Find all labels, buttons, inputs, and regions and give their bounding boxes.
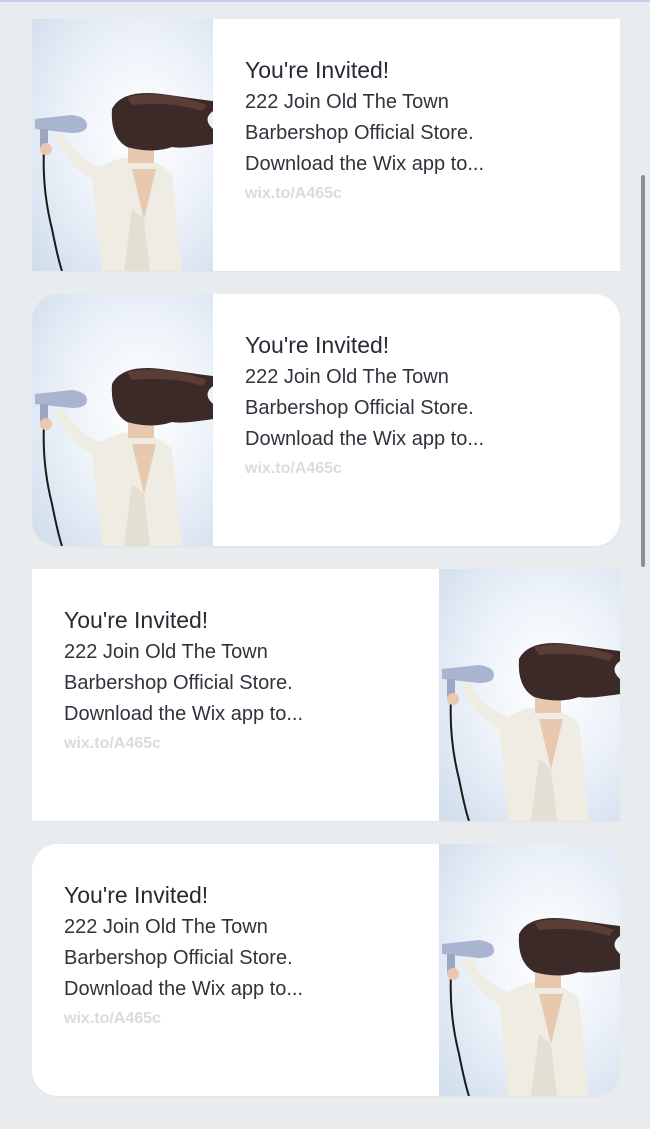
invite-photo [439,844,620,1096]
invite-description-line: Barbershop Official Store. [245,122,474,144]
invite-text: You're Invited! 222 Join Old The Town Ba… [245,55,585,206]
hair-dryer-woman-photo [442,643,620,821]
invite-card[interactable]: You're Invited! 222 Join Old The Town Ba… [32,19,620,271]
invite-link[interactable]: wix.to/A465c [64,732,404,756]
hair-dryer-woman-photo [442,918,620,1096]
invite-description-line: 222 Join Old The Town [245,366,449,388]
invite-description-line: Download the Wix app to... [245,428,485,450]
invite-description-line: Download the Wix app to... [245,153,485,175]
invite-link[interactable]: wix.to/A465c [245,457,585,481]
invite-text: You're Invited! 222 Join Old The Town Ba… [64,605,404,756]
invite-title: You're Invited! [245,57,390,83]
invite-description-line: Download the Wix app to... [64,978,304,1000]
hair-dryer-woman-photo [35,368,213,546]
hair-dryer-woman-photo [35,93,213,271]
invite-description-line: Download the Wix app to... [64,703,304,725]
invite-link[interactable]: wix.to/A465c [64,1007,404,1031]
vertical-scrollbar[interactable] [641,175,645,567]
invite-title: You're Invited! [245,332,390,358]
invite-description-line: 222 Join Old The Town [245,91,449,113]
invite-description-line: Barbershop Official Store. [64,672,293,694]
invite-description-line: 222 Join Old The Town [64,641,268,663]
invite-text: You're Invited! 222 Join Old The Town Ba… [64,880,404,1031]
invite-title: You're Invited! [64,882,209,908]
invite-card[interactable]: You're Invited! 222 Join Old The Town Ba… [32,844,620,1096]
invite-photo [32,294,213,546]
invite-card[interactable]: You're Invited! 222 Join Old The Town Ba… [32,294,620,546]
invite-description-line: Barbershop Official Store. [64,947,293,969]
invite-description-line: 222 Join Old The Town [64,916,268,938]
invite-photo [32,19,213,271]
invite-link[interactable]: wix.to/A465c [245,182,585,206]
invite-photo [439,569,620,821]
invite-description-line: Barbershop Official Store. [245,397,474,419]
invite-title: You're Invited! [64,607,209,633]
top-edge [0,0,650,2]
invite-text: You're Invited! 222 Join Old The Town Ba… [245,330,585,481]
invite-card[interactable]: You're Invited! 222 Join Old The Town Ba… [32,569,620,821]
